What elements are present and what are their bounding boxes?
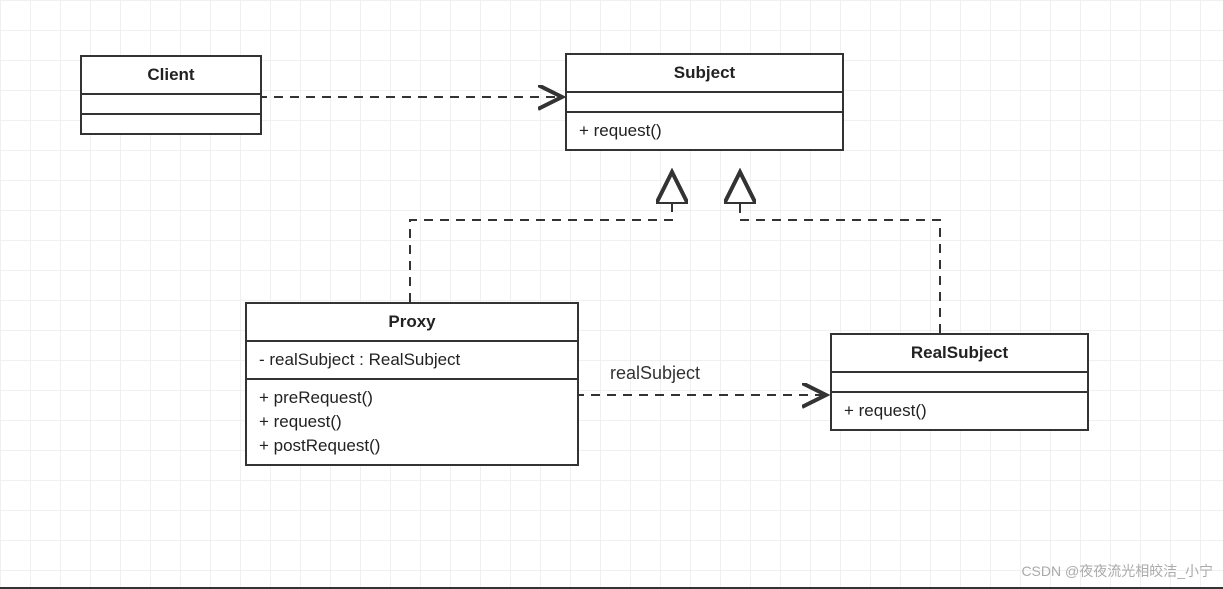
edge-realsubject-subject — [740, 172, 940, 333]
op-subject-request: + request() — [579, 119, 830, 143]
class-realsubject-ops: + request() — [832, 393, 1087, 429]
class-realsubject: RealSubject + request() — [830, 333, 1089, 431]
class-realsubject-title: RealSubject — [832, 335, 1087, 373]
op-proxy-request: + request() — [259, 410, 565, 434]
class-client-attrs — [82, 95, 260, 115]
op-proxy-prerequest: + preRequest() — [259, 386, 565, 410]
class-proxy-title: Proxy — [247, 304, 577, 342]
class-proxy: Proxy - realSubject : RealSubject + preR… — [245, 302, 579, 466]
class-subject-ops: + request() — [567, 113, 842, 149]
class-client: Client — [80, 55, 262, 135]
attr-proxy-realsubject: - realSubject : RealSubject — [259, 348, 565, 372]
edge-proxy-subject — [410, 172, 672, 302]
class-client-ops — [82, 115, 260, 133]
class-subject-attrs — [567, 93, 842, 113]
watermark: CSDN @夜夜流光相皎洁_小宁 — [1021, 561, 1213, 581]
class-subject-title: Subject — [567, 55, 842, 93]
class-subject: Subject + request() — [565, 53, 844, 151]
op-realsubject-request: + request() — [844, 399, 1075, 423]
assoc-label-realsubject: realSubject — [610, 363, 700, 384]
op-proxy-postrequest: + postRequest() — [259, 434, 565, 458]
class-proxy-attrs: - realSubject : RealSubject — [247, 342, 577, 380]
class-client-title: Client — [82, 57, 260, 95]
class-realsubject-attrs — [832, 373, 1087, 393]
class-proxy-ops: + preRequest() + request() + postRequest… — [247, 380, 577, 464]
diagram-canvas: RealSubject (association/dependency with… — [0, 0, 1223, 589]
